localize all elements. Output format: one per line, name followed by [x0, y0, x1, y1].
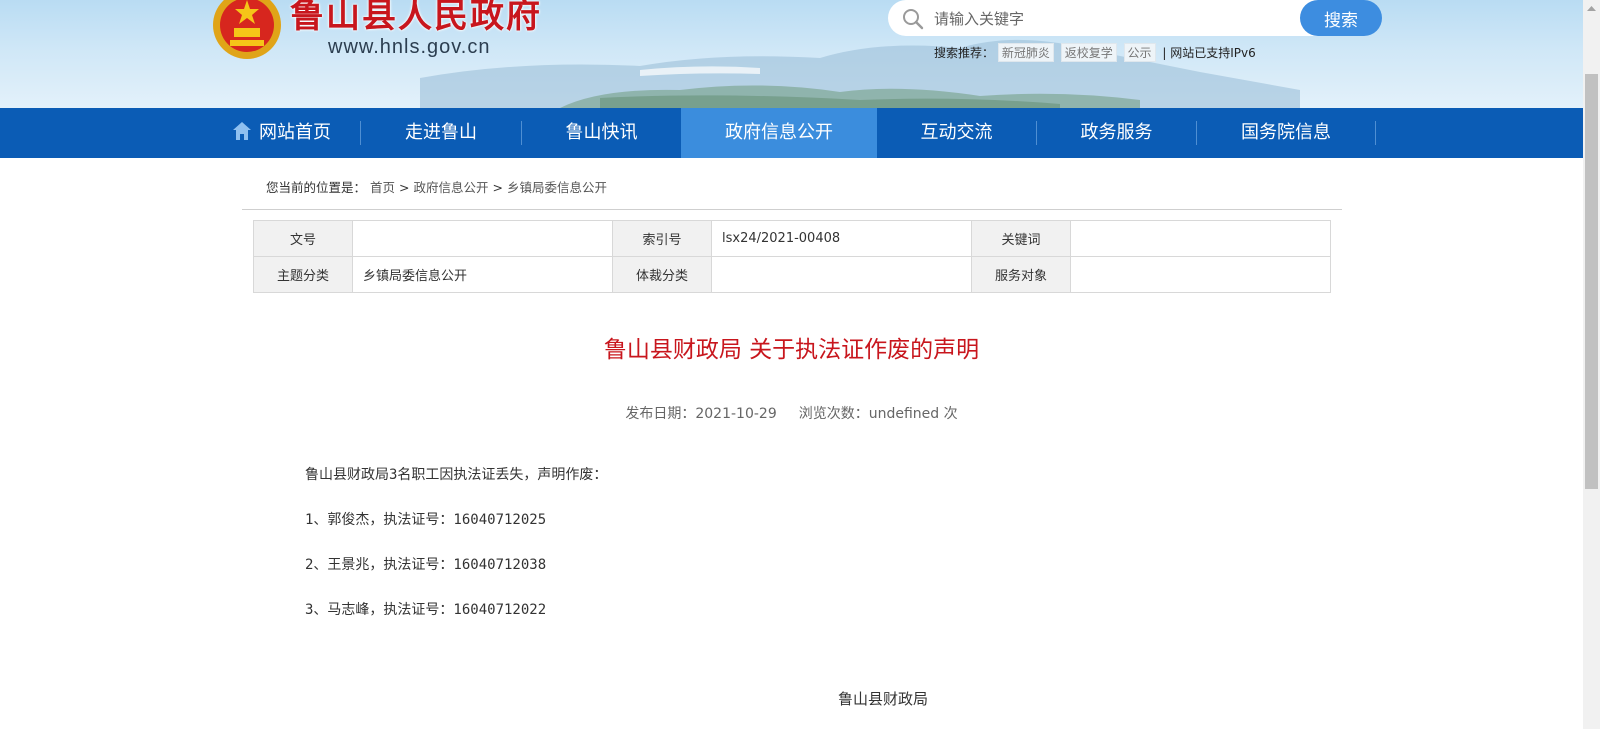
- header-banner: 鲁山县人民政府 www.hnls.gov.cn 搜索 搜索推荐： 新冠肺炎 返校…: [0, 0, 1583, 108]
- home-icon: [233, 122, 251, 140]
- table-value: lsx24/2021-00408: [711, 220, 972, 257]
- search-input[interactable]: [932, 4, 1266, 34]
- table-value: [711, 256, 972, 293]
- article-paragraph: 3、马志峰，执法证号：16040712022: [305, 602, 547, 618]
- breadcrumb-link[interactable]: 政府信息公开: [413, 180, 488, 195]
- search-tag[interactable]: 公示: [1123, 43, 1156, 62]
- ipv6-note: | 网站已支持IPv6: [1162, 46, 1256, 60]
- publish-date: 2021-10-29: [695, 406, 777, 422]
- table-label: 服务对象: [971, 256, 1071, 293]
- nav-item-home[interactable]: 网站首页: [206, 108, 356, 158]
- search-button[interactable]: 搜索: [1300, 0, 1382, 36]
- nav-label: 鲁山快讯: [565, 122, 638, 143]
- nav-label: 走进鲁山: [405, 122, 477, 143]
- nav-label: 网站首页: [259, 122, 331, 143]
- article-paragraph: 1、郭俊杰，执法证号：16040712025: [305, 512, 547, 528]
- breadcrumb-link[interactable]: 乡镇局委信息公开: [507, 180, 607, 195]
- table-label: 关键词: [971, 220, 1071, 257]
- breadcrumb-prefix: 您当前的位置是：: [266, 180, 367, 195]
- article-paragraph: 2、王景兆，执法证号：16040712038: [305, 557, 547, 573]
- nav-divider: [1375, 121, 1376, 145]
- table-value: [352, 220, 613, 257]
- page-scrollbar[interactable]: [1583, 0, 1600, 729]
- search-recommend-label: 搜索推荐：: [934, 46, 995, 60]
- article-paragraph: 鲁山县财政局3名职工因执法证丢失，声明作废：: [305, 467, 608, 483]
- breadcrumb-link[interactable]: 首页: [370, 180, 395, 195]
- nav-item-interaction[interactable]: 互动交流: [877, 108, 1036, 158]
- nav-item-gov-info[interactable]: 政府信息公开: [681, 108, 877, 158]
- nav-label: 国务院信息: [1241, 122, 1331, 143]
- table-value: [1070, 256, 1331, 293]
- article-signature: 鲁山县财政局: [838, 690, 929, 708]
- site-name: 鲁山县人民政府: [290, 0, 542, 36]
- table-row: 主题分类 乡镇局委信息公开 体裁分类 服务对象: [253, 256, 1331, 293]
- main-nav: 网站首页 走进鲁山 鲁山快讯 政府信息公开 互动交流 政务服务 国务院信息: [0, 108, 1583, 158]
- national-emblem-icon: [213, 0, 281, 59]
- table-label: 主题分类: [253, 256, 353, 293]
- search-icon: [903, 9, 924, 30]
- search-recommendations: 搜索推荐： 新冠肺炎 返校复学 公示 | 网站已支持IPv6: [934, 43, 1256, 62]
- search-tag[interactable]: 返校复学: [1060, 43, 1117, 62]
- search-tag[interactable]: 新冠肺炎: [997, 43, 1054, 62]
- publish-label: 发布日期：: [625, 406, 696, 422]
- breadcrumb-separator: >: [492, 180, 503, 195]
- search-box: [888, 0, 1368, 36]
- document-info-table: 文号 索引号 lsx24/2021-00408 关键词 主题分类 乡镇局委信息公…: [253, 220, 1331, 293]
- article-meta: 发布日期：2021-10-29 浏览次数：undefined 次: [0, 403, 1583, 423]
- table-label: 文号: [253, 220, 353, 257]
- site-url: www.hnls.gov.cn: [328, 36, 491, 58]
- views-label: 浏览次数：: [798, 406, 869, 422]
- table-label: 索引号: [612, 220, 712, 257]
- scroll-thumb[interactable]: [1585, 74, 1598, 489]
- article-title: 鲁山县财政局 关于执法证作废的声明: [603, 337, 980, 363]
- table-label: 体裁分类: [612, 256, 712, 293]
- views-unit: 次: [943, 406, 958, 422]
- table-row: 文号 索引号 lsx24/2021-00408 关键词: [253, 220, 1331, 257]
- nav-item-state-council[interactable]: 国务院信息: [1197, 108, 1375, 158]
- scroll-up-arrow-icon[interactable]: [1583, 0, 1600, 17]
- views-count: undefined: [868, 406, 940, 422]
- nav-item-about[interactable]: 走进鲁山: [361, 108, 521, 158]
- nav-label: 政务服务: [1080, 122, 1153, 143]
- table-value: 乡镇局委信息公开: [352, 256, 613, 293]
- nav-item-services[interactable]: 政务服务: [1037, 108, 1196, 158]
- breadcrumb-separator: >: [399, 180, 410, 195]
- nav-label: 互动交流: [920, 122, 993, 143]
- nav-label: 政府信息公开: [725, 122, 833, 143]
- breadcrumb-divider: [242, 209, 1342, 210]
- table-value: [1070, 220, 1331, 257]
- nav-item-news[interactable]: 鲁山快讯: [522, 108, 681, 158]
- breadcrumb: 您当前的位置是： 首页 > 政府信息公开 > 乡镇局委信息公开: [266, 177, 607, 196]
